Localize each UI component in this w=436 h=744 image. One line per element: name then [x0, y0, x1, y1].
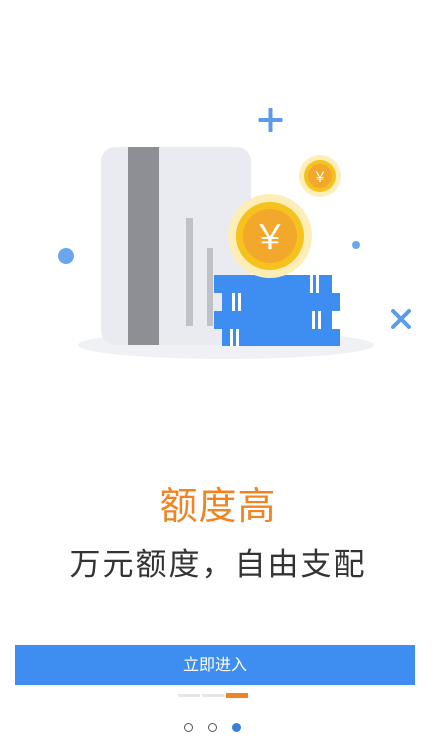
page-dot-1[interactable]: [184, 723, 193, 732]
plus-sparkle-icon: [258, 108, 283, 132]
progress-segment-1: [178, 694, 200, 697]
cross-sparkle-icon: [391, 309, 411, 329]
card-and-coins-illustration: ￥ ￥: [58, 108, 411, 359]
page-indicator: [184, 723, 241, 735]
dot-decoration: [58, 248, 74, 264]
slide-subtitle: 万元额度，自由支配: [69, 547, 367, 583]
book-stack: [214, 275, 340, 346]
enter-button[interactable]: 立即进入: [15, 645, 415, 685]
svg-text:￥: ￥: [313, 170, 327, 186]
page-dot-3[interactable]: [232, 723, 241, 732]
progress-segment-3: [226, 693, 248, 698]
page-dot-2[interactable]: [208, 723, 217, 732]
large-coin-icon: ￥: [228, 194, 312, 278]
svg-text:￥: ￥: [253, 218, 287, 258]
slide-progress-bar: [178, 693, 248, 698]
small-coin-icon: ￥: [299, 155, 341, 197]
progress-segment-2: [202, 694, 224, 697]
slide-headline: 额度高: [159, 484, 277, 528]
dot-decoration-small: [352, 241, 360, 249]
